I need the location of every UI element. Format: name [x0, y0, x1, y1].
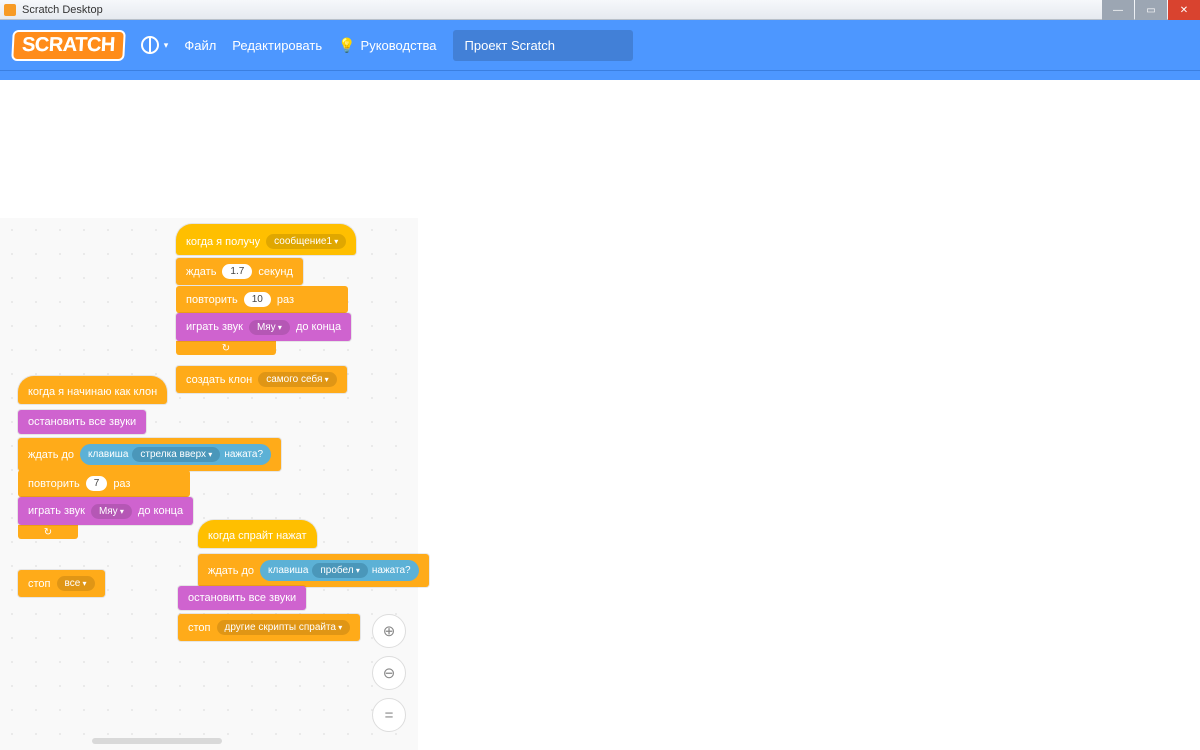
block-label: раз — [277, 294, 294, 306]
message-dropdown[interactable]: сообщение1 — [266, 234, 346, 249]
block-wait-until[interactable]: ждать до клавиша пробел нажата? — [198, 554, 429, 587]
block-label: когда я получу — [186, 236, 260, 248]
block-when-i-receive[interactable]: когда я получу сообщение1 — [176, 224, 356, 255]
block-wait[interactable]: ждать 1.7 секунд — [176, 258, 303, 285]
zoom-reset-button[interactable]: = — [372, 698, 406, 732]
edit-menu[interactable]: Редактировать — [232, 38, 322, 53]
block-label: повторить — [186, 294, 238, 306]
block-label: когда я начинаю как клон — [28, 386, 157, 398]
block-play-sound-until-done[interactable]: играть звук Мяу до конца — [176, 313, 351, 341]
file-menu[interactable]: Файл — [184, 38, 216, 53]
key-dropdown[interactable]: стрелка вверх — [132, 447, 220, 462]
clone-dropdown[interactable]: самого себя — [258, 372, 336, 387]
sensing-key-pressed[interactable]: клавиша стрелка вверх нажата? — [80, 444, 271, 465]
loop-arrow-icon: ↻ — [222, 343, 230, 354]
block-label: стоп — [28, 578, 51, 590]
block-label: секунд — [258, 266, 293, 278]
close-button[interactable]: ✕ — [1168, 0, 1200, 20]
block-repeat[interactable]: повторить 10 раз играть звук Мяу до конц… — [176, 286, 348, 355]
chevron-down-icon: ▾ — [164, 40, 169, 51]
block-label: остановить все звуки — [188, 592, 296, 604]
lightbulb-icon: 💡 — [338, 37, 355, 54]
block-label: создать клон — [186, 374, 252, 386]
block-stop-all-sounds[interactable]: остановить все звуки — [178, 586, 306, 610]
scratch-logo[interactable]: SCRATCH — [11, 30, 125, 61]
tutorials-label: Руководства — [361, 38, 437, 53]
block-label: ждать до — [208, 565, 254, 577]
project-name-input[interactable] — [453, 30, 633, 61]
block-label: клавиша — [88, 449, 128, 460]
toolbar-hint — [0, 70, 1200, 80]
block-label: до конца — [138, 505, 183, 517]
block-label: стоп — [188, 622, 211, 634]
block-label: повторить — [28, 478, 80, 490]
scripts-workspace[interactable]: когда я получу сообщение1 ждать 1.7 секу… — [0, 218, 418, 750]
globe-icon — [141, 36, 159, 54]
number-input[interactable]: 1.7 — [222, 264, 252, 279]
number-input[interactable]: 10 — [244, 292, 271, 307]
block-label: до конца — [296, 321, 341, 333]
window-controls: — ▭ ✕ — [1102, 0, 1200, 20]
block-when-i-start-as-clone[interactable]: когда я начинаю как клон — [18, 376, 167, 404]
block-label: играть звук — [28, 505, 85, 517]
block-label: остановить все звуки — [28, 416, 136, 428]
block-label: играть звук — [186, 321, 243, 333]
language-menu[interactable]: ▾ — [141, 36, 169, 54]
block-stop-all-sounds[interactable]: остановить все звуки — [18, 410, 146, 434]
block-label: раз — [113, 478, 130, 490]
edit-menu-label: Редактировать — [232, 38, 322, 53]
sound-dropdown[interactable]: Мяу — [91, 504, 132, 519]
block-label: нажата? — [372, 565, 411, 576]
stop-dropdown[interactable]: другие скрипты спрайта — [217, 620, 351, 635]
block-when-sprite-clicked[interactable]: когда спрайт нажат — [198, 520, 317, 548]
maximize-button[interactable]: ▭ — [1135, 0, 1167, 20]
window-titlebar: Scratch Desktop — ▭ ✕ — [0, 0, 1200, 20]
block-create-clone[interactable]: создать клон самого себя — [176, 366, 347, 393]
block-play-sound-until-done[interactable]: играть звук Мяу до конца — [18, 497, 193, 525]
minimize-button[interactable]: — — [1102, 0, 1134, 20]
block-stop[interactable]: стоп все — [18, 570, 105, 597]
zoom-in-button[interactable]: ⊕ — [372, 614, 406, 648]
block-label: нажата? — [224, 449, 263, 460]
horizontal-scrollbar[interactable] — [92, 738, 222, 744]
minus-icon: ⊖ — [383, 664, 396, 682]
block-stop[interactable]: стоп другие скрипты спрайта — [178, 614, 360, 641]
block-wait-until[interactable]: ждать до клавиша стрелка вверх нажата? — [18, 438, 281, 471]
tutorials-menu[interactable]: 💡 Руководства — [338, 37, 436, 54]
number-input[interactable]: 7 — [86, 476, 108, 491]
equals-icon: = — [385, 707, 394, 724]
block-repeat[interactable]: повторить 7 раз играть звук Мяу до конца… — [18, 470, 190, 539]
plus-icon: ⊕ — [383, 622, 396, 640]
menu-bar: SCRATCH ▾ Файл Редактировать 💡 Руководст… — [0, 20, 1200, 70]
app-icon — [4, 4, 16, 16]
block-label: клавиша — [268, 565, 308, 576]
window-title: Scratch Desktop — [22, 4, 103, 16]
sensing-key-pressed[interactable]: клавиша пробел нажата? — [260, 560, 419, 581]
zoom-out-button[interactable]: ⊖ — [372, 656, 406, 690]
file-menu-label: Файл — [184, 38, 216, 53]
block-label: ждать до — [28, 449, 74, 461]
loop-arrow-icon: ↻ — [44, 527, 52, 538]
block-label: когда спрайт нажат — [208, 530, 307, 542]
zoom-controls: ⊕ ⊖ = — [372, 614, 406, 732]
key-dropdown[interactable]: пробел — [312, 563, 367, 578]
sound-dropdown[interactable]: Мяу — [249, 320, 290, 335]
stop-dropdown[interactable]: все — [57, 576, 95, 591]
block-label: ждать — [186, 266, 216, 278]
